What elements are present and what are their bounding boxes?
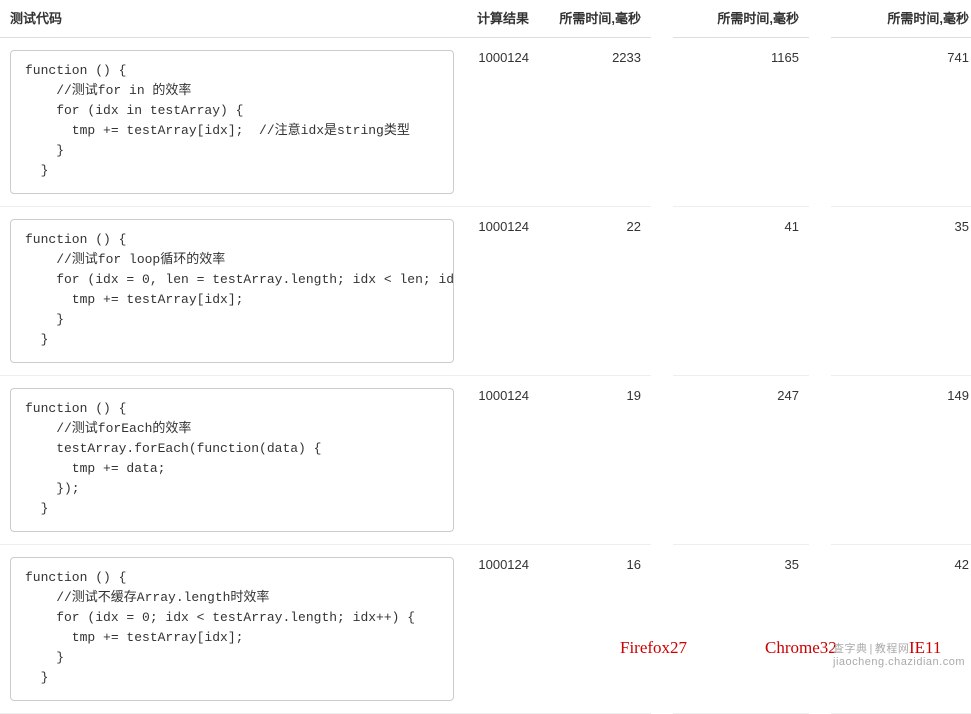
col-header-time3: 所需时间,毫秒 <box>831 0 971 38</box>
browser-label-chrome: Chrome32 <box>765 638 837 658</box>
cell-result: 1000124 <box>464 207 539 376</box>
cell-result: 1000124 <box>464 38 539 207</box>
table-row: function () { //测试for in 的效率 for (idx in… <box>0 38 971 207</box>
col-header-time2: 所需时间,毫秒 <box>673 0 809 38</box>
cell-time2: 247 <box>673 376 809 545</box>
watermark: 查字典|教程网 jiaocheng.chazidian.com <box>833 640 965 668</box>
cell-time3: 741 <box>831 38 971 207</box>
cell-time1: 16 <box>539 545 651 714</box>
cell-time2: 1165 <box>673 38 809 207</box>
col-header-time1: 所需时间,毫秒 <box>539 0 651 38</box>
code-snippet: function () { //测试forEach的效率 testArray.f… <box>10 388 454 532</box>
cell-time1: 22 <box>539 207 651 376</box>
col-header-code: 测试代码 <box>0 0 464 38</box>
watermark-sub: jiaocheng.chazidian.com <box>833 656 965 668</box>
cell-result: 1000124 <box>464 545 539 714</box>
table-row: function () { //测试for loop循环的效率 for (idx… <box>0 207 971 376</box>
cell-time3: 149 <box>831 376 971 545</box>
cell-time1: 2233 <box>539 38 651 207</box>
code-snippet: function () { //测试不缓存Array.length时效率 for… <box>10 557 454 701</box>
cell-time3: 42 <box>831 545 971 714</box>
table-row: function () { //测试forEach的效率 testArray.f… <box>0 376 971 545</box>
benchmark-table: 测试代码 计算结果 所需时间,毫秒 所需时间,毫秒 所需时间,毫秒 functi… <box>0 0 971 714</box>
browser-label-firefox: Firefox27 <box>620 638 687 658</box>
cell-time2: 41 <box>673 207 809 376</box>
cell-time3: 35 <box>831 207 971 376</box>
cell-result: 1000124 <box>464 376 539 545</box>
cell-time1: 19 <box>539 376 651 545</box>
watermark-right: 教程网 <box>875 643 910 655</box>
cell-time2: 35 <box>673 545 809 714</box>
table-row: function () { //测试不缓存Array.length时效率 for… <box>0 545 971 714</box>
code-snippet: function () { //测试for loop循环的效率 for (idx… <box>10 219 454 363</box>
col-header-result: 计算结果 <box>464 0 539 38</box>
watermark-left: 查字典 <box>833 643 868 655</box>
code-snippet: function () { //测试for in 的效率 for (idx in… <box>10 50 454 194</box>
